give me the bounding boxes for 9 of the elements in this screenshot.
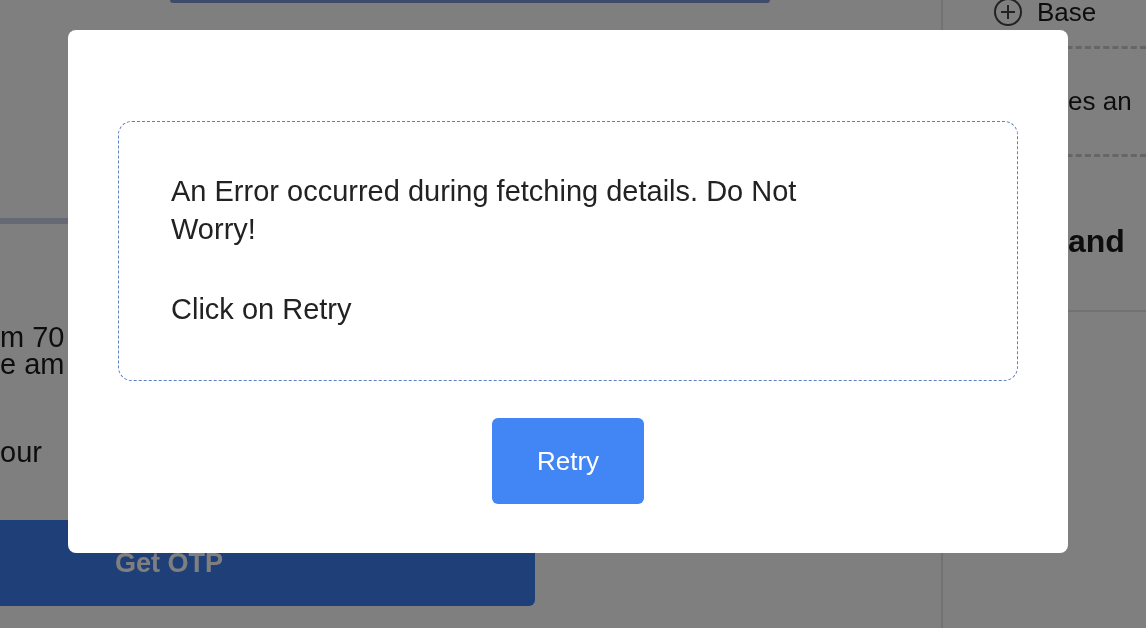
body-text: m 70 xyxy=(0,324,65,351)
body-text: our xyxy=(0,439,42,466)
plus-icon[interactable] xyxy=(993,0,1023,27)
error-message: An Error occurred during fetching details. Do Not Worry! xyxy=(171,174,798,247)
body-text: e am xyxy=(0,351,65,378)
instruction-text: Click on Retry xyxy=(171,292,352,327)
retry-button[interactable]: Retry xyxy=(492,418,644,504)
sidebar-item: Base xyxy=(1037,0,1097,28)
sidebar-item: es an xyxy=(1068,86,1132,117)
